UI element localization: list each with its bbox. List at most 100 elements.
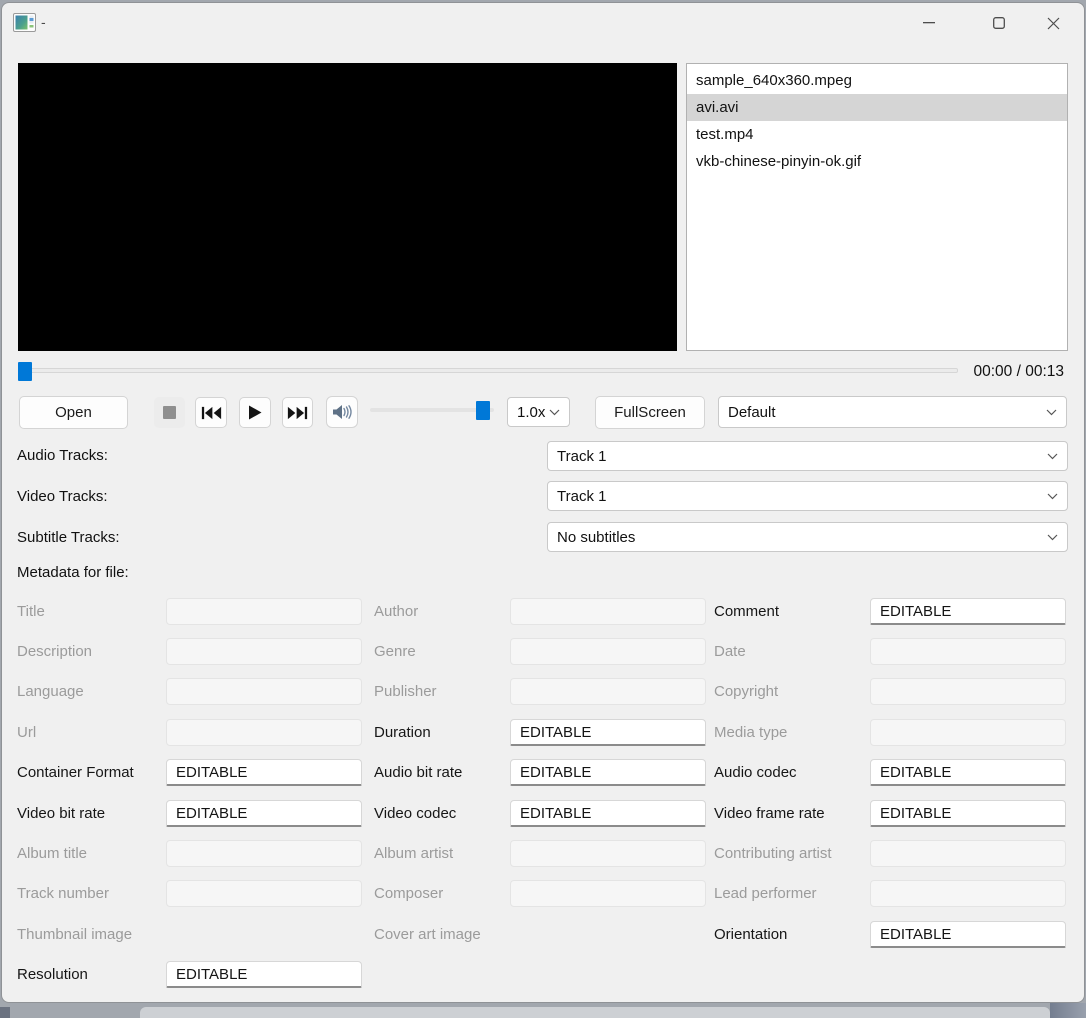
seek-slider[interactable] (18, 368, 958, 373)
color-mode-select[interactable]: Default (718, 396, 1067, 428)
metadata-field-label: Audio bit rate (374, 764, 463, 782)
metadata-input-disabled (510, 638, 706, 666)
volume-slider-handle[interactable] (476, 401, 490, 420)
background-corner (1050, 1003, 1086, 1018)
video-tracks-label: Video Tracks: (17, 488, 108, 505)
metadata-field-label: Date (714, 643, 746, 661)
playlist[interactable]: sample_640x360.mpeg avi.avi test.mp4 vkb-ch… (686, 63, 1068, 351)
play-icon (249, 405, 262, 420)
metadata-input[interactable]: EDITABLE (870, 759, 1066, 787)
minimize-button[interactable] (906, 3, 952, 43)
metadata-input-disabled (166, 678, 362, 706)
metadata-input[interactable]: EDITABLE (870, 920, 1066, 948)
list-item[interactable]: sample_640x360.mpeg (687, 67, 1067, 94)
audio-track-select[interactable]: Track 1 (547, 441, 1068, 471)
metadata-field-label: Media type (714, 723, 788, 741)
metadata-field-label: Resolution (17, 966, 88, 984)
metadata-field-label: Video frame rate (714, 804, 825, 822)
metadata-field-label: Duration (374, 723, 431, 741)
metadata-input[interactable]: EDITABLE (870, 799, 1066, 827)
metadata-field-label: Cover art image (374, 925, 481, 943)
maximize-icon (993, 17, 1005, 29)
metadata-input-disabled (510, 597, 706, 625)
metadata-input-disabled (510, 880, 706, 908)
metadata-input-disabled (166, 718, 362, 746)
metadata-input-disabled (166, 597, 362, 625)
metadata-field-label: Audio codec (714, 764, 797, 782)
video-display (18, 63, 677, 351)
background-window-bar (140, 1007, 1050, 1018)
metadata-field-label: Description (17, 643, 93, 661)
metadata-field-label: Container Format (17, 764, 134, 782)
media-player-window: - sample_640x360.mpeg avi.avi test.mp4 vkb-… (1, 2, 1085, 1003)
metadata-input-disabled (166, 880, 362, 908)
metadata-input[interactable]: EDITABLE (166, 961, 362, 989)
previous-button[interactable] (195, 397, 227, 428)
list-item[interactable]: avi.avi (687, 94, 1067, 121)
metadata-field-label: Album artist (374, 845, 454, 863)
close-icon (1047, 17, 1059, 29)
metadata-input[interactable]: EDITABLE (870, 597, 1066, 625)
audio-track-value: Track 1 (557, 447, 607, 465)
metadata-field-label: Lead performer (714, 885, 817, 903)
metadata-input-disabled (510, 678, 706, 706)
metadata-header: Metadata for file: (17, 564, 129, 581)
fullscreen-button[interactable]: FullScreen (595, 396, 705, 429)
metadata-input-disabled (870, 638, 1066, 666)
playback-speed-value: 1.0x (517, 403, 546, 421)
chevron-down-icon (1046, 409, 1057, 415)
metadata-field-label: Url (17, 723, 37, 741)
chevron-down-icon (549, 409, 560, 415)
list-item[interactable]: vkb-chinese-pinyin-ok.gif (687, 148, 1067, 175)
metadata-input-disabled (166, 638, 362, 666)
metadata-field-label: Album title (17, 845, 88, 863)
list-item[interactable]: test.mp4 (687, 121, 1067, 148)
video-track-select[interactable]: Track 1 (547, 481, 1068, 511)
metadata-field-label: Video bit rate (17, 804, 106, 822)
next-button[interactable] (282, 397, 313, 428)
maximize-button[interactable] (976, 3, 1022, 43)
metadata-input-disabled (870, 718, 1066, 746)
subtitle-track-value: No subtitles (557, 528, 636, 546)
subtitle-tracks-label: Subtitle Tracks: (17, 529, 120, 546)
time-display: 00:00 / 00:13 (973, 363, 1065, 380)
audio-tracks-label: Audio Tracks: (17, 447, 108, 464)
skip-next-icon (287, 406, 308, 419)
playback-speed-select[interactable]: 1.0x (507, 397, 570, 427)
metadata-field-label: Composer (374, 885, 444, 903)
metadata-field-label: Genre (374, 643, 416, 661)
volume-mute-button[interactable] (326, 396, 358, 428)
play-button[interactable] (239, 397, 271, 428)
metadata-field-label: Publisher (374, 683, 437, 701)
volume-icon (333, 405, 352, 419)
metadata-input-disabled (870, 840, 1066, 868)
subtitle-track-select[interactable]: No subtitles (547, 522, 1068, 552)
stop-button[interactable] (154, 397, 185, 428)
metadata-field-label: Author (374, 602, 419, 620)
seek-slider-handle[interactable] (18, 362, 32, 381)
stop-icon (163, 406, 176, 419)
metadata-input[interactable]: EDITABLE (166, 759, 362, 787)
window-title: - (41, 14, 46, 30)
minimize-icon (923, 22, 935, 24)
metadata-field-label: Comment (714, 602, 780, 620)
metadata-input[interactable]: EDITABLE (166, 799, 362, 827)
metadata-input[interactable]: EDITABLE (510, 799, 706, 827)
chevron-down-icon (1047, 453, 1058, 459)
metadata-input[interactable]: EDITABLE (510, 759, 706, 787)
chevron-down-icon (1047, 493, 1058, 499)
chevron-down-icon (1047, 534, 1058, 540)
close-button[interactable] (1030, 3, 1076, 43)
metadata-field-label: Title (17, 602, 45, 620)
metadata-grid: Title Author Comment EDITABLE Description Gen… (17, 591, 1068, 995)
open-button[interactable]: Open (19, 396, 128, 429)
metadata-field-label: Thumbnail image (17, 925, 133, 943)
metadata-field-label: Video codec (374, 804, 457, 822)
metadata-input-disabled (166, 840, 362, 868)
metadata-input-disabled (870, 678, 1066, 706)
metadata-input-disabled (510, 840, 706, 868)
metadata-field-label: Track number (17, 885, 109, 903)
metadata-input[interactable]: EDITABLE (510, 718, 706, 746)
video-track-value: Track 1 (557, 487, 607, 505)
color-mode-value: Default (728, 403, 776, 421)
